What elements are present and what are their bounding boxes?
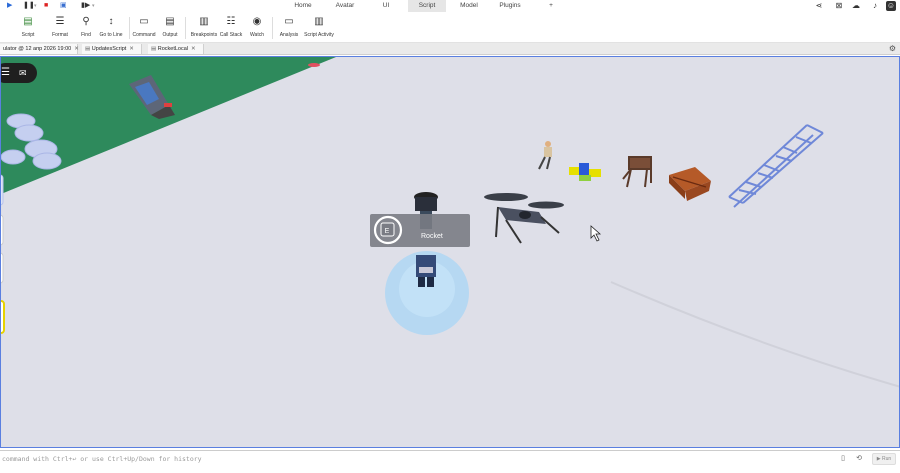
run-button[interactable]: ▶ Run [872,453,896,465]
call-stack-button[interactable]: ☷ Call Stack [219,16,243,38]
script-icon: ▤ [23,16,33,27]
script-activity-button[interactable]: ▥ Script Activity [301,16,337,38]
game-viewport[interactable]: E Rocket ☰ ✉ [0,56,900,448]
add-tab-button[interactable]: + [546,0,556,12]
command-bar: ▯ ⟲ ▶ Run [0,450,900,466]
analysis-button-label: Analysis [279,32,299,38]
cloud-icon[interactable]: ☁ [851,1,861,11]
bookmark-icon[interactable]: ▯ [838,454,848,464]
tab-simulator-label: ulator @ 12 апр 2026 19:00 [3,46,72,52]
avatar[interactable]: ☺ [886,1,896,11]
ribbon-toolbar: ▤ Script ☰ Format ⚲ Find ↕ Go to Line ▭ … [0,12,900,43]
gear-icon[interactable]: ⚙ [889,44,896,53]
tab-ui[interactable]: UI [376,0,396,12]
tab-model[interactable]: Model [455,0,483,12]
client-server-icon[interactable]: ▣ [60,2,67,10]
hamburger-icon: ☰ [1,67,10,78]
share-icon[interactable]: ⋖ [814,1,824,11]
command-button[interactable]: ▭ Command [131,16,157,38]
interaction-prompt[interactable]: E Rocket [370,214,470,247]
stop-icon[interactable]: ■ [44,2,48,10]
scene-canvas: E Rocket [1,57,899,388]
format-button[interactable]: ☰ Format [49,16,71,38]
call-stack-icon: ☷ [226,16,236,27]
output-icon: ▤ [165,16,175,27]
ribbon-divider [129,17,130,39]
menu-bar: ▶ ❚❚ ▾ ■ ▣ ▮▶ ▾ Home Avatar UI Script Mo… [0,0,900,12]
npc-figure [538,141,552,170]
prompt-key: E [385,228,390,235]
close-icon[interactable]: ✕ [129,46,134,52]
play-icon[interactable]: ▶ [7,2,12,10]
chair [622,156,652,188]
pause-icon[interactable]: ❚❚ [23,2,35,10]
tab-simulator[interactable]: ulator @ 12 апр 2026 19:00 ✕ [0,44,79,54]
side-panel-highlight [1,300,5,334]
tab-updatesscript[interactable]: ▤ UpdatesScript ✕ [82,44,142,54]
run-button-label: Run [882,456,892,462]
script-icon: ▤ [151,46,157,52]
chat-icon[interactable]: ✉ [19,66,27,80]
analysis-icon: ▭ [284,16,294,27]
tab-plugins[interactable]: Plugins [495,0,525,12]
breakpoints-icon: ▥ [199,16,209,27]
watch-icon: ◉ [252,16,262,27]
script-button[interactable]: ▤ Script [19,16,37,38]
step-dropdown-icon[interactable]: ▾ [92,2,95,10]
side-panel [1,174,4,206]
tab-script[interactable]: Script [408,0,446,12]
history-icon[interactable]: ⟲ [854,454,864,464]
command-button-label: Command [132,32,156,38]
roblox-menu-button[interactable]: ☰ ✉ [1,63,37,83]
prompt-text: Rocket [421,233,443,240]
close-icon[interactable]: ✕ [191,46,196,52]
goto-line-icon: ↕ [108,16,114,27]
metal-truss [728,124,824,208]
watch-button-label: Watch [250,32,264,38]
floor-marking [610,281,899,388]
find-icon: ⚲ [82,16,90,27]
tab-home[interactable]: Home [289,0,317,12]
script-button-label: Script [21,32,35,38]
script-icon: ▤ [85,46,91,52]
format-icon: ☰ [55,16,65,27]
step-icon[interactable]: ▮▶ [81,2,90,10]
call-stack-button-label: Call Stack [219,32,243,38]
close-icon[interactable]: ✕ [74,46,79,52]
bell-icon[interactable]: ♪ [870,1,880,11]
ribbon-divider [272,17,273,39]
command-icon: ▭ [139,16,149,27]
drone [484,193,564,244]
script-activity-icon: ▥ [314,16,324,27]
grass-terrain [1,57,336,194]
tab-rocketlocal-label: RocketLocal [157,46,189,52]
go-to-line-button-label: Go to Line [99,32,123,38]
document-tab-bar: ulator @ 12 апр 2026 19:00 ✕ ▤ UpdatesScr… [0,43,900,55]
tab-avatar[interactable]: Avatar [330,0,360,12]
watch-button[interactable]: ◉ Watch [247,16,267,38]
script-activity-button-label: Script Activity [304,32,334,38]
side-panel [1,214,4,246]
team-icon[interactable]: ⊠ [834,1,844,11]
mouse-cursor-icon [590,225,602,242]
tab-rocketlocal[interactable]: ▤ RocketLocal ✕ [148,44,204,54]
output-button[interactable]: ▤ Output [159,16,181,38]
red-object [308,63,320,67]
find-button[interactable]: ⚲ Find [77,16,95,38]
noob-figure [569,163,601,181]
dropdown-icon[interactable]: ▾ [34,2,37,10]
side-panel [1,252,4,284]
studio-window: ▶ ❚❚ ▾ ■ ▣ ▮▶ ▾ Home Avatar UI Script Mo… [0,0,900,473]
wooden-crate [669,167,711,201]
tab-updatesscript-label: UpdatesScript [91,46,127,52]
find-button-label: Find [81,32,91,38]
format-button-label: Format [52,32,68,38]
analysis-button[interactable]: ▭ Analysis [277,16,301,38]
output-button-label: Output [162,32,178,38]
breakpoints-button-label: Breakpoints [190,32,218,38]
breakpoints-button[interactable]: ▥ Breakpoints [189,16,219,38]
ribbon-divider [185,17,186,39]
command-input[interactable] [2,453,832,465]
go-to-line-button[interactable]: ↕ Go to Line [97,16,125,38]
